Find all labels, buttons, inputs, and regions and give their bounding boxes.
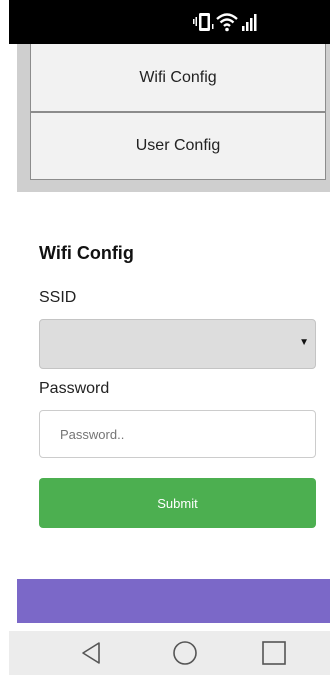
menu-item-user-config[interactable]: User Config — [30, 112, 326, 180]
config-menu: Wifi Config User Config — [17, 44, 330, 192]
navigation-bar — [9, 631, 330, 675]
password-label: Password — [39, 380, 110, 397]
status-icons — [193, 13, 257, 32]
back-icon — [82, 642, 100, 664]
recents-button[interactable] — [257, 637, 291, 669]
status-bar — [9, 0, 330, 44]
home-icon — [173, 641, 197, 665]
signal-icon — [242, 14, 257, 31]
back-button[interactable] — [74, 637, 108, 669]
password-input[interactable] — [39, 410, 316, 458]
recents-icon — [262, 641, 286, 665]
vibrate-icon — [193, 13, 214, 31]
ssid-select[interactable]: ▼ — [39, 319, 316, 369]
form-title: Wifi Config — [39, 243, 134, 263]
dropdown-arrow-icon: ▼ — [299, 337, 309, 348]
menu-item-label: User Config — [135, 137, 221, 154]
ssid-label: SSID — [39, 289, 77, 306]
menu-item-label: Wifi Config — [139, 68, 217, 86]
wifi-icon — [216, 13, 238, 32]
footer-bar — [17, 579, 330, 623]
submit-button[interactable]: Submit — [39, 478, 316, 528]
menu-item-wifi-config[interactable]: Wifi Config — [30, 44, 326, 112]
home-button[interactable] — [168, 637, 202, 669]
